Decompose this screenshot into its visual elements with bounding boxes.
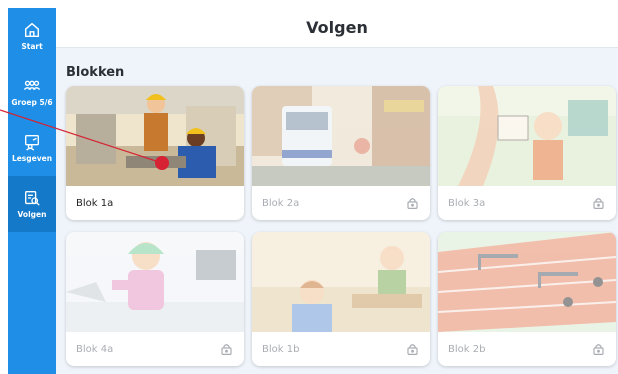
card-illustration xyxy=(66,232,244,332)
sidebar-item-lesgeven[interactable]: Lesgeven xyxy=(8,120,56,176)
card-label: Blok 1b xyxy=(262,343,300,355)
card-illustration xyxy=(252,232,430,332)
sidebar-item-start[interactable]: Start xyxy=(8,8,56,64)
card-blok-2a[interactable]: Blok 2a xyxy=(252,86,430,220)
sidebar-item-volgen[interactable]: Volgen xyxy=(8,176,56,232)
card-blok-1b[interactable]: Blok 1b xyxy=(252,232,430,366)
page-title: Volgen xyxy=(306,18,368,37)
section-title: Blokken xyxy=(66,65,125,80)
card-blok-1a[interactable]: Blok 1a xyxy=(66,86,244,220)
lock-icon xyxy=(407,198,418,209)
card-footer: Blok 4a xyxy=(66,332,244,366)
card-blok-4a[interactable]: Blok 4a xyxy=(66,232,244,366)
card-footer: Blok 2b xyxy=(438,332,616,366)
card-illustration xyxy=(438,232,616,332)
teach-icon xyxy=(25,135,39,151)
card-blok-3a[interactable]: Blok 3a xyxy=(438,86,616,220)
card-label: Blok 1a xyxy=(76,197,114,209)
card-illustration xyxy=(438,86,616,186)
lock-icon xyxy=(221,344,232,355)
card-blok-2b[interactable]: Blok 2b xyxy=(438,232,616,366)
sidebar-item-label: Groep 5/6 xyxy=(11,98,53,107)
sidebar: Start Groep 5/6 Lesgeven Volgen xyxy=(8,8,56,374)
card-label: Blok 2b xyxy=(448,343,486,355)
card-footer: Blok 1b xyxy=(252,332,430,366)
lock-icon xyxy=(593,198,604,209)
sidebar-item-label: Volgen xyxy=(17,210,47,219)
card-footer: Blok 2a xyxy=(252,186,430,220)
page-header: Volgen xyxy=(56,8,618,48)
card-footer: Blok 3a xyxy=(438,186,616,220)
group-icon xyxy=(23,80,41,91)
card-label: Blok 4a xyxy=(76,343,114,355)
sidebar-item-groep[interactable]: Groep 5/6 xyxy=(8,64,56,120)
lock-icon xyxy=(593,344,604,355)
sidebar-item-label: Lesgeven xyxy=(11,154,53,163)
home-icon xyxy=(24,22,40,38)
sidebar-item-label: Start xyxy=(21,42,43,51)
card-label: Blok 3a xyxy=(448,197,486,209)
lock-icon xyxy=(407,344,418,355)
card-footer: Blok 1a xyxy=(66,186,244,220)
track-icon xyxy=(25,191,40,206)
card-illustration xyxy=(66,86,244,186)
card-illustration xyxy=(252,86,430,186)
card-label: Blok 2a xyxy=(262,197,300,209)
main-content: Volgen Blokken Blok 1a Blok 2a Blok 3a B… xyxy=(56,8,618,374)
